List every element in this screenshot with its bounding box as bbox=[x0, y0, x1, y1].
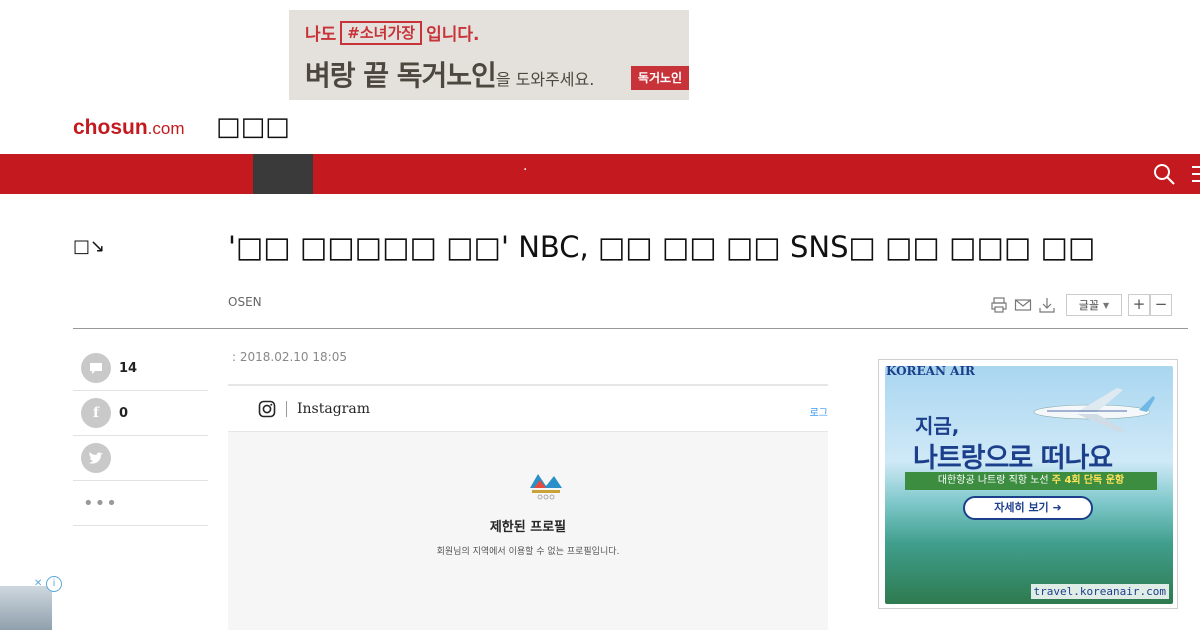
main-nav-bar: · bbox=[0, 154, 1200, 194]
article-source: OSEN bbox=[228, 295, 262, 309]
font-select-label: 글꼴 bbox=[1078, 299, 1100, 312]
ad-line-1-suffix: 입니다. bbox=[426, 25, 480, 45]
nav-active-tab[interactable] bbox=[253, 154, 313, 194]
font-increase-button[interactable]: + bbox=[1128, 294, 1150, 316]
header-divider bbox=[73, 328, 1188, 329]
article-date: : 2018.02.10 18:05 bbox=[232, 350, 347, 364]
article-side-label: □↘ bbox=[73, 236, 106, 257]
download-icon[interactable] bbox=[1038, 297, 1056, 313]
ad-ribbon-highlight: 주 4회 bbox=[1051, 475, 1081, 486]
ad-line-1: 나도 #소녀가장 입니다. bbox=[305, 20, 479, 45]
instagram-embed[interactable]: Instagram 로그 제한된 프로필 회원님의 지역에서 이용할 수 없는 … bbox=[228, 384, 828, 630]
restricted-profile-desc: 회원님의 지역에서 이용할 수 없는 프로필입니다. bbox=[436, 547, 620, 557]
facebook-share-row[interactable]: f 0 bbox=[73, 391, 208, 436]
ad-hashtag: #소녀가장 bbox=[340, 20, 423, 45]
more-share-row[interactable]: ••• bbox=[73, 481, 208, 526]
ad-url: travel.koreanair.com bbox=[1030, 584, 1169, 599]
article-headline: '□□ □□□□□ □□' NBC, □□ □□ □□ SNS□ □□ □□□ … bbox=[228, 230, 1096, 264]
more-icon: ••• bbox=[83, 492, 118, 514]
nav-dot-item[interactable]: · bbox=[523, 162, 527, 178]
comments-share-row[interactable]: 14 bbox=[73, 346, 208, 391]
comments-count: 14 bbox=[119, 360, 138, 376]
ad-line-1-prefix: 나도 bbox=[305, 25, 337, 45]
ad-line-2-main: 벼랑 끝 독거노인 bbox=[305, 59, 497, 92]
comment-icon bbox=[81, 353, 111, 383]
logo-main: chosun bbox=[73, 116, 148, 139]
ad-line-2-tail: 을 도와주세요. bbox=[495, 70, 595, 89]
airplane-icon bbox=[1033, 388, 1155, 432]
ad-info-icon[interactable]: i bbox=[46, 576, 62, 592]
ad-line-2: 벼랑 끝 독거노인을 도와주세요. bbox=[305, 54, 594, 94]
pyeongchang-emblem-icon bbox=[530, 474, 562, 500]
top-banner-ad[interactable]: 나도 #소녀가장 입니다. 벼랑 끝 독거노인을 도와주세요. 독거노인 bbox=[289, 10, 689, 100]
instagram-login-link[interactable]: 로그 bbox=[810, 404, 828, 419]
korean-air-ad[interactable]: 지금, 나트랑으로 떠나요 대한항공 나트랑 직항 노선 주 4회 단독 운항 … bbox=[878, 359, 1178, 609]
twitter-icon bbox=[81, 443, 111, 473]
instagram-icon bbox=[258, 400, 276, 417]
ad-close-icon[interactable]: ✕ bbox=[34, 578, 42, 589]
print-icon[interactable] bbox=[990, 297, 1008, 313]
font-decrease-button[interactable]: − bbox=[1150, 294, 1172, 316]
restricted-profile-title: 제한된 프로필 bbox=[489, 520, 567, 535]
ad-scene: 지금, 나트랑으로 떠나요 대한항공 나트랑 직항 노선 주 4회 단독 운항 … bbox=[885, 366, 1173, 604]
ad-ribbon-prefix: 대한항공 나트랑 직항 노선 bbox=[937, 475, 1049, 486]
instagram-embed-header: Instagram 로그 bbox=[228, 386, 828, 432]
ad-headline-1: 지금, bbox=[915, 414, 960, 438]
logo-domain: .com bbox=[147, 119, 185, 138]
instagram-brand: Instagram bbox=[286, 400, 370, 417]
ad-detail-button[interactable]: 자세히 보기 ➜ bbox=[963, 496, 1093, 520]
share-column: 14 f 0 ••• bbox=[73, 346, 208, 526]
article-tools: 글꼴 ▼ + − bbox=[990, 294, 1172, 316]
chevron-down-icon: ▼ bbox=[1103, 300, 1110, 310]
menu-icon[interactable] bbox=[1190, 164, 1200, 184]
email-icon[interactable] bbox=[1014, 297, 1032, 313]
section-title[interactable]: □□□ bbox=[216, 112, 290, 142]
ad-button[interactable]: 독거노인 bbox=[631, 66, 689, 90]
korean-air-logo: KOREAN AIR bbox=[886, 364, 976, 378]
facebook-icon: f bbox=[81, 398, 111, 428]
ad-ribbon: 대한항공 나트랑 직항 노선 주 4회 단독 운항 bbox=[905, 472, 1157, 490]
search-icon[interactable] bbox=[1152, 162, 1176, 186]
ad-headline-2: 나트랑으로 떠나요 bbox=[913, 443, 1113, 474]
chosun-logo[interactable]: chosun.com bbox=[73, 116, 185, 140]
floating-ad[interactable]: ✕ i bbox=[0, 576, 62, 630]
twitter-share-row[interactable] bbox=[73, 436, 208, 481]
ad-ribbon-suffix: 단독 운항 bbox=[1083, 475, 1125, 486]
instagram-embed-body: 제한된 프로필 회원님의 지역에서 이용할 수 없는 프로필입니다. bbox=[228, 432, 828, 630]
facebook-count: 0 bbox=[119, 405, 129, 421]
font-size-select[interactable]: 글꼴 ▼ bbox=[1066, 294, 1122, 316]
